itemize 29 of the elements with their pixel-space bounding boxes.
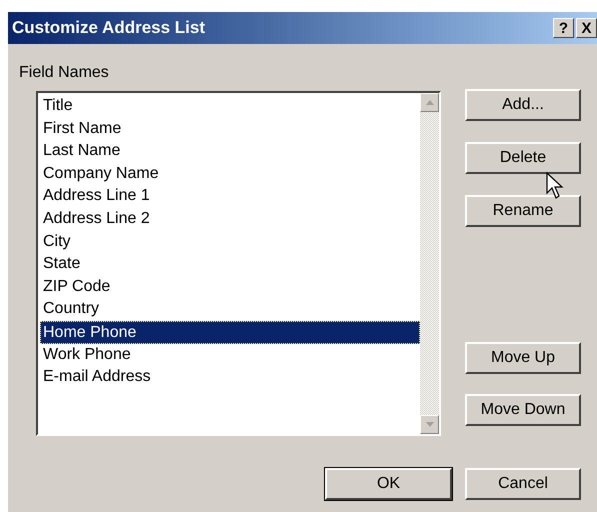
list-item[interactable]: Title — [40, 95, 420, 118]
list-item[interactable]: ZIP Code — [40, 276, 420, 298]
scroll-up-icon[interactable] — [420, 93, 439, 112]
list-item[interactable]: Company Name — [40, 162, 420, 186]
button[interactable]: Move Up — [465, 342, 581, 374]
button[interactable]: Delete — [465, 142, 581, 174]
close-button[interactable]: X — [576, 18, 597, 38]
list-item[interactable]: Address Line 1 — [40, 185, 420, 208]
list-label: Field Names — [19, 63, 109, 83]
list-item[interactable]: E-mail Address — [40, 366, 420, 389]
list-item[interactable]: Country — [40, 298, 420, 321]
mouse-pointer-icon — [546, 172, 564, 200]
scrollbar[interactable] — [420, 93, 439, 434]
list-item[interactable]: Address Line 2 — [40, 208, 420, 231]
list-item[interactable]: Home Phone — [40, 320, 420, 344]
button[interactable]: OK — [325, 468, 452, 500]
window-title: Customize Address List — [12, 17, 206, 40]
list-item[interactable]: First Name — [40, 118, 420, 140]
help-button[interactable]: ? — [553, 18, 574, 38]
scroll-down-icon[interactable] — [420, 415, 439, 434]
list-item[interactable]: Last Name — [40, 140, 420, 163]
list-item[interactable]: Work Phone — [40, 344, 420, 366]
list-item[interactable]: City — [40, 230, 420, 254]
field-list[interactable]: Title First Name Last Name Company Name Address Line 1 Address Line 2 City State ZIP Code Country Home Phone Work Phone E-mail Address — [36, 91, 441, 436]
button[interactable]: Add... — [465, 89, 581, 121]
button[interactable]: Rename — [465, 195, 581, 227]
list-item[interactable]: State — [40, 253, 420, 276]
button[interactable]: Cancel — [465, 468, 581, 500]
button[interactable]: Move Down — [465, 394, 581, 426]
